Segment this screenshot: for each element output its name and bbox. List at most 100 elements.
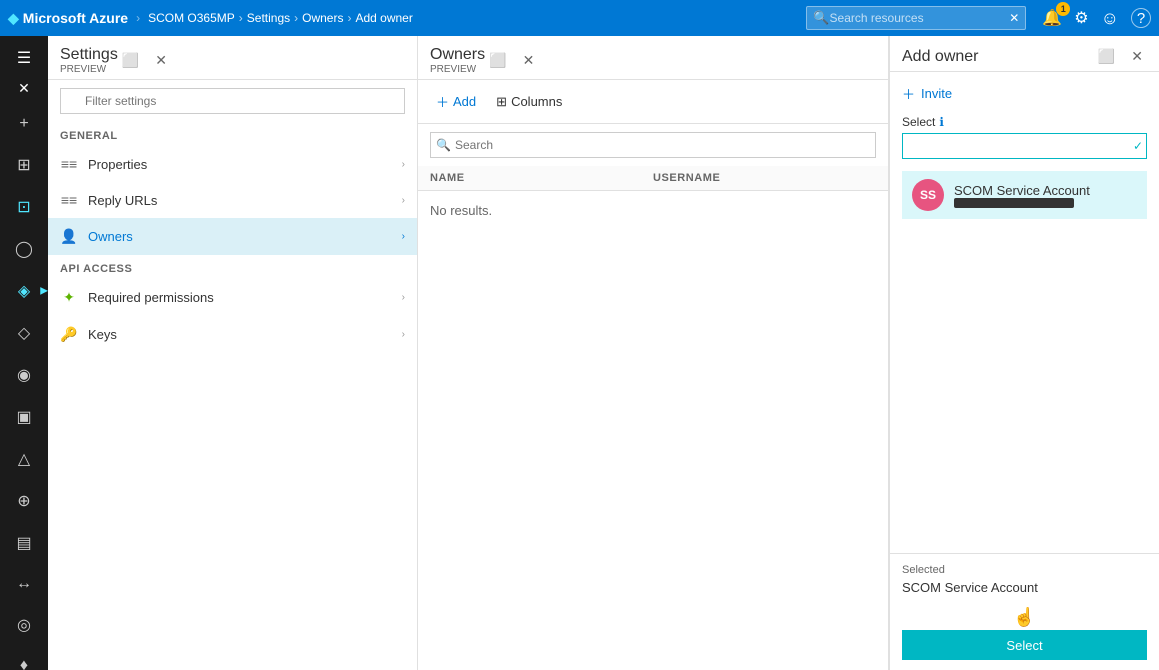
columns-icon: ⊞	[496, 94, 507, 110]
sidebar-item-grid[interactable]: ▣	[0, 397, 48, 437]
selected-section-label: Selected	[902, 564, 1147, 576]
general-section-label: GENERAL	[48, 122, 417, 146]
user-icon[interactable]: ☺	[1101, 8, 1119, 29]
sidebar-item-add[interactable]: +	[0, 105, 48, 143]
help-icon[interactable]: ?	[1131, 8, 1151, 28]
breadcrumb-item-4: Add owner	[355, 11, 412, 25]
sidebar-item-active[interactable]: ◈ ▶	[0, 271, 48, 311]
selected-section: Selected SCOM Service Account ☝ Select	[890, 553, 1159, 670]
select-label-text: Select	[902, 115, 935, 129]
nav-item-keys[interactable]: 🔑 Keys ›	[48, 316, 417, 353]
left-sidebar: ☰ ✕ + ⊞ ⊡ ◯ ◈ ▶ ◇ ◉ ▣ △ ⊕ ▤ ↔ ◎ ♦ ◐	[0, 36, 48, 670]
owners-chevron: ›	[402, 231, 405, 242]
required-permissions-icon: ✦	[60, 289, 78, 306]
sidebar-item-triangle[interactable]: △	[0, 439, 48, 479]
nav-item-reply-urls[interactable]: ≡≡ Reply URLs ›	[48, 182, 417, 218]
properties-label: Properties	[88, 157, 392, 172]
topbar-icons: 🔔 1 ⚙ ☺ ?	[1042, 8, 1151, 29]
sidebar-item-target[interactable]: ◎	[0, 605, 48, 645]
add-owner-panel: Add owner ⬜ ✕ ＋ Invite Select ℹ ✓	[889, 36, 1159, 670]
settings-panel-header: Settings PREVIEW ⬜ ✕	[48, 36, 417, 80]
search-icon: 🔍	[813, 10, 829, 26]
col-name-header: NAME	[430, 172, 653, 184]
sidebar-item-cloud[interactable]: ♦	[0, 647, 48, 670]
invite-label: Invite	[921, 86, 952, 101]
owners-search-input[interactable]	[430, 132, 876, 158]
nav-item-owners[interactable]: 👤 Owners ›	[48, 218, 417, 255]
required-permissions-chevron: ›	[402, 292, 405, 303]
nav-item-required-permissions[interactable]: ✦ Required permissions ›	[48, 279, 417, 316]
breadcrumb-sep-3: ›	[347, 11, 351, 25]
info-icon[interactable]: ℹ	[939, 115, 944, 129]
sidebar-item-diamond[interactable]: ◇	[0, 313, 48, 353]
api-access-section-label: API ACCESS	[48, 255, 417, 279]
topbar-separator: ›	[136, 11, 140, 25]
main-layout: ☰ ✕ + ⊞ ⊡ ◯ ◈ ▶ ◇ ◉ ▣ △ ⊕ ▤ ↔ ◎ ♦ ◐	[0, 36, 1159, 670]
owners-body: No results.	[418, 191, 888, 670]
result-avatar: SS	[912, 179, 944, 211]
add-owner-actions: ⬜ ✕	[1094, 46, 1147, 67]
add-owner-header: Add owner ⬜ ✕	[890, 36, 1159, 72]
breadcrumb-item-3[interactable]: Owners	[302, 11, 343, 25]
invite-row[interactable]: ＋ Invite	[902, 84, 1147, 103]
topbar: ◆ Microsoft Azure › SCOM O365MP › Settin…	[0, 0, 1159, 36]
settings-panel: Settings PREVIEW ⬜ ✕ 🔍 GENERAL ≡≡ Proper…	[48, 36, 418, 670]
notifications-icon[interactable]: 🔔 1	[1042, 8, 1062, 28]
panels-container: Settings PREVIEW ⬜ ✕ 🔍 GENERAL ≡≡ Proper…	[48, 36, 1159, 670]
close-button[interactable]: ✕	[10, 76, 38, 101]
result-email-redacted	[954, 198, 1074, 208]
menu-button[interactable]: ☰	[9, 40, 39, 76]
close-search-icon[interactable]: ✕	[1009, 11, 1019, 25]
required-permissions-label: Required permissions	[88, 290, 392, 305]
owners-panel-header: Owners PREVIEW ⬜ ✕	[418, 36, 888, 80]
keys-icon: 🔑	[60, 326, 78, 343]
select-search-input[interactable]	[902, 133, 1147, 159]
reply-urls-chevron: ›	[402, 195, 405, 206]
sidebar-item-circle2[interactable]: ◉	[0, 355, 48, 395]
result-item[interactable]: SS SCOM Service Account	[902, 171, 1147, 219]
breadcrumb-item-2[interactable]: Settings	[247, 11, 290, 25]
sidebar-item-swap[interactable]: ↔	[0, 565, 48, 603]
sidebar-item-menu2[interactable]: ▤	[0, 523, 48, 563]
owners-maximize-button[interactable]: ⬜	[485, 50, 510, 71]
brand-logo: ◆ Microsoft Azure	[8, 10, 128, 27]
select-button[interactable]: Select	[902, 630, 1147, 660]
add-label: Add	[453, 94, 476, 109]
add-icon: ＋	[436, 92, 449, 111]
owners-search-icon: 🔍	[436, 138, 451, 152]
owners-search-wrapper: 🔍	[430, 132, 876, 158]
owners-panel-preview: PREVIEW	[430, 64, 485, 75]
select-dropdown-arrow[interactable]: ✓	[1133, 139, 1143, 153]
settings-maximize-button[interactable]: ⬜	[118, 50, 143, 71]
spacer	[902, 219, 1147, 541]
sidebar-item-resources[interactable]: ⊡	[0, 187, 48, 227]
diamond-icon: ◆	[8, 10, 19, 27]
sidebar-item-circle[interactable]: ◯	[0, 229, 48, 269]
settings-close-button[interactable]: ✕	[151, 50, 171, 71]
breadcrumb-sep-1: ›	[239, 11, 243, 25]
settings-icon[interactable]: ⚙	[1074, 8, 1088, 28]
columns-button[interactable]: ⊞ Columns	[490, 90, 568, 114]
sidebar-item-plus[interactable]: ⊕	[0, 481, 48, 521]
search-input[interactable]	[830, 11, 1000, 25]
add-owner-maximize-button[interactable]: ⬜	[1094, 46, 1119, 67]
breadcrumb-sep-2: ›	[294, 11, 298, 25]
filter-input[interactable]	[60, 88, 405, 114]
selected-value: SCOM Service Account	[902, 580, 1147, 595]
nav-item-properties[interactable]: ≡≡ Properties ›	[48, 146, 417, 182]
breadcrumb-item-1[interactable]: SCOM O365MP	[148, 11, 235, 25]
result-initials: SS	[920, 188, 936, 202]
cursor-indicator: ☝	[902, 605, 1147, 630]
owners-panel: Owners PREVIEW ⬜ ✕ ＋ Add ⊞ Columns	[418, 36, 889, 670]
sidebar-item-dashboard[interactable]: ⊞	[0, 145, 48, 185]
owners-icon: 👤	[60, 228, 78, 245]
search-bar[interactable]: 🔍 ✕	[806, 6, 1026, 30]
no-results-text: No results.	[430, 203, 492, 218]
add-owner-body: ＋ Invite Select ℹ ✓ SS SCOM	[890, 72, 1159, 553]
owners-close-button[interactable]: ✕	[519, 50, 539, 71]
add-owner-button[interactable]: ＋ Add	[430, 88, 482, 115]
owners-table-header: NAME USERNAME	[418, 166, 888, 191]
select-field-label: Select ℹ	[902, 115, 1147, 129]
owners-search-area: 🔍	[418, 124, 888, 166]
add-owner-close-button[interactable]: ✕	[1127, 46, 1147, 67]
